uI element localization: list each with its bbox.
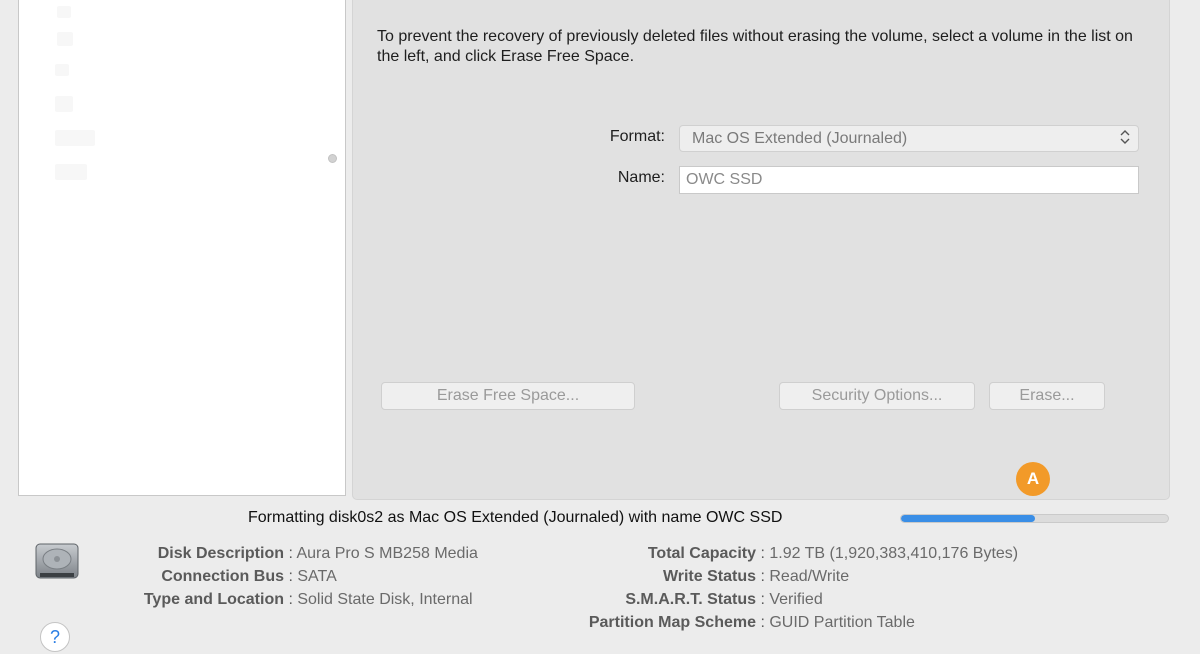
- info-disk-description: Disk Description : Aura Pro S MB258 Medi…: [80, 545, 478, 563]
- info-key: Connection Bus: [161, 568, 284, 585]
- sidebar-faded-item: [55, 164, 87, 180]
- info-key: Partition Map Scheme: [588, 614, 756, 631]
- info-separator: :: [288, 591, 293, 608]
- info-separator: :: [288, 568, 293, 585]
- name-field[interactable]: [679, 166, 1139, 194]
- sidebar-faded-item: [55, 96, 73, 112]
- info-value: SATA: [297, 568, 337, 585]
- info-value: Solid State Disk, Internal: [297, 591, 473, 608]
- chevron-updown-icon: [1119, 129, 1131, 146]
- formatting-status-text: Formatting disk0s2 as Mac OS Extended (J…: [248, 509, 783, 526]
- help-button[interactable]: ?: [40, 622, 70, 652]
- info-total-capacity: Total Capacity : 1.92 TB (1,920,383,410,…: [520, 545, 1018, 563]
- info-separator: :: [288, 545, 293, 562]
- format-popup-value: Mac OS Extended (Journaled): [692, 130, 908, 147]
- erase-panel: To prevent the recovery of previously de…: [352, 0, 1170, 500]
- info-type-location: Type and Location : Solid State Disk, In…: [80, 591, 473, 609]
- info-separator: :: [760, 614, 765, 631]
- info-separator: :: [760, 591, 765, 608]
- volume-list-sidebar[interactable]: [18, 0, 346, 496]
- sidebar-faded-item: [55, 130, 95, 146]
- info-value: Aura Pro S MB258 Media: [296, 545, 478, 562]
- annotation-badge: A: [1016, 462, 1050, 496]
- info-value: Read/Write: [769, 568, 850, 585]
- info-value: 1.92 TB (1,920,383,410,176 Bytes): [769, 545, 1019, 562]
- info-key: Write Status: [662, 568, 756, 585]
- security-options-button[interactable]: Security Options...: [779, 382, 975, 410]
- info-key: Total Capacity: [647, 545, 756, 562]
- hard-disk-icon: [34, 542, 80, 582]
- progress-bar: [900, 514, 1169, 523]
- info-separator: :: [760, 545, 765, 562]
- info-smart-status: S.M.A.R.T. Status : Verified: [520, 591, 823, 609]
- info-key: Disk Description: [157, 545, 284, 562]
- info-key: S.M.A.R.T. Status: [625, 591, 756, 608]
- info-separator: :: [760, 568, 765, 585]
- info-key: Type and Location: [143, 591, 284, 608]
- info-value: Verified: [769, 591, 823, 608]
- sidebar-faded-item: [57, 6, 71, 18]
- format-popup[interactable]: Mac OS Extended (Journaled): [679, 125, 1139, 152]
- instructions-text: To prevent the recovery of previously de…: [377, 28, 1133, 65]
- sidebar-faded-item: [55, 64, 69, 76]
- sidebar-faded-item: [57, 32, 73, 46]
- name-label: Name:: [617, 169, 665, 186]
- format-label: Format:: [609, 128, 665, 145]
- progress-bar-fill: [901, 515, 1035, 522]
- help-icon: ?: [49, 627, 60, 647]
- info-value: GUID Partition Table: [769, 614, 915, 631]
- info-partition-map: Partition Map Scheme : GUID Partition Ta…: [520, 614, 915, 632]
- info-write-status: Write Status : Read/Write: [520, 568, 849, 586]
- erase-free-space-button[interactable]: Erase Free Space...: [381, 382, 635, 410]
- info-connection-bus: Connection Bus : SATA: [80, 568, 337, 586]
- split-view-handle[interactable]: [328, 154, 337, 163]
- erase-button[interactable]: Erase...: [989, 382, 1105, 410]
